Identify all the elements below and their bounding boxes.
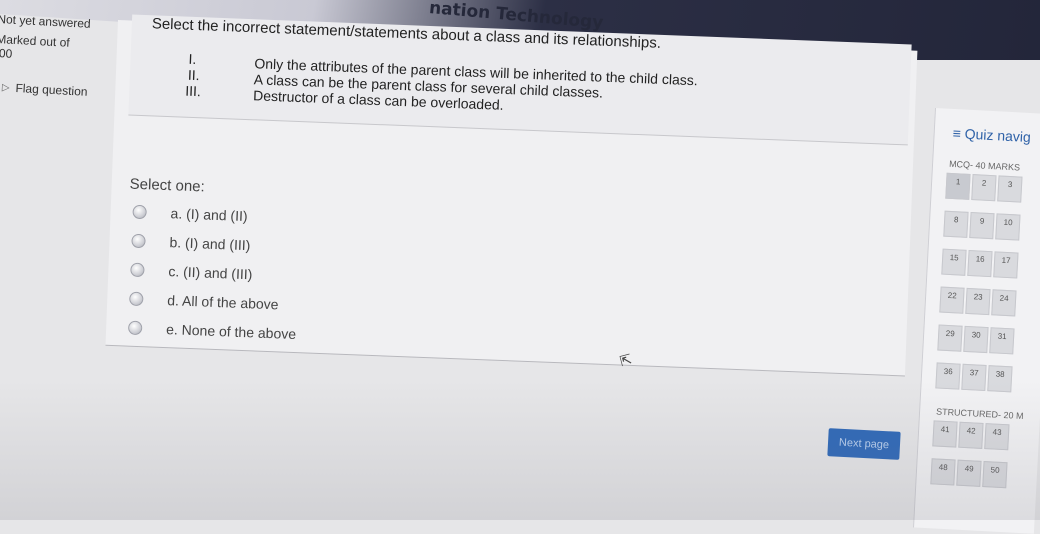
question-nav-button[interactable]: 23 bbox=[965, 287, 991, 316]
question-nav-button[interactable]: 16 bbox=[967, 249, 993, 278]
next-page-button[interactable]: Next page bbox=[827, 428, 901, 460]
answer-option-a[interactable]: a. (I) and (II) bbox=[132, 204, 248, 224]
nav-row: 48 49 50 bbox=[930, 458, 1008, 489]
nav-row: 1 2 3 bbox=[945, 172, 1023, 203]
nav-row: 29 30 31 bbox=[937, 324, 1015, 355]
quiz-navigation-panel: ≡ Quiz navig MCQ- 40 MARKS 1 2 3 8 9 10 … bbox=[913, 108, 1040, 534]
question-nav-button[interactable]: 50 bbox=[982, 461, 1008, 489]
question-nav-button[interactable]: 8 bbox=[943, 210, 969, 238]
nav-row: 36 37 38 bbox=[935, 362, 1013, 393]
statement-number: III. bbox=[185, 82, 202, 100]
radio-button[interactable] bbox=[130, 262, 145, 278]
question-nav-button[interactable]: 22 bbox=[939, 286, 965, 314]
question-nav-button[interactable]: 31 bbox=[989, 327, 1015, 355]
structured-section-label: STRUCTURED- 20 M bbox=[935, 406, 1024, 422]
question-nav-button[interactable]: 36 bbox=[935, 362, 961, 390]
flag-question-link[interactable]: ▷ Flag question bbox=[1, 80, 112, 100]
question-nav-button[interactable]: 15 bbox=[941, 248, 967, 276]
question-nav-button[interactable]: 17 bbox=[993, 251, 1019, 279]
answer-option-e[interactable]: e. None of the above bbox=[127, 320, 297, 343]
option-label: e. None of the above bbox=[165, 321, 297, 343]
menu-icon: ≡ bbox=[952, 124, 962, 142]
question-nav-button[interactable]: 10 bbox=[995, 213, 1021, 241]
question-nav-button[interactable]: 41 bbox=[932, 420, 958, 448]
question-nav-button[interactable]: 48 bbox=[930, 458, 956, 486]
mcq-section-label: MCQ- 40 MARKS bbox=[948, 158, 1021, 173]
radio-button[interactable] bbox=[132, 204, 147, 220]
answer-option-b[interactable]: b. (I) and (III) bbox=[131, 233, 251, 254]
option-label: a. (I) and (II) bbox=[170, 205, 248, 225]
question-nav-button[interactable]: 24 bbox=[991, 289, 1017, 317]
question-nav-button[interactable]: 42 bbox=[958, 421, 984, 449]
answer-option-d[interactable]: d. All of the above bbox=[129, 291, 279, 313]
question-nav-button[interactable]: 43 bbox=[984, 423, 1010, 451]
radio-button[interactable] bbox=[131, 233, 146, 249]
option-label: b. (I) and (III) bbox=[169, 234, 251, 254]
question-nav-button[interactable]: 37 bbox=[961, 363, 987, 392]
question-nav-button[interactable]: 30 bbox=[963, 325, 989, 354]
flag-question-label: Flag question bbox=[15, 81, 88, 99]
question-panel: Select the incorrect statement/statement… bbox=[105, 14, 918, 377]
select-one-label: Select one: bbox=[129, 175, 206, 196]
answer-state: Not yet answered bbox=[0, 11, 92, 31]
statement-number: I. bbox=[188, 50, 197, 68]
radio-button[interactable] bbox=[127, 320, 143, 336]
question-nav-button[interactable]: 3 bbox=[997, 175, 1023, 203]
nav-row: 22 23 24 bbox=[939, 286, 1017, 317]
flag-icon: ▷ bbox=[1, 81, 10, 94]
radio-button[interactable] bbox=[129, 291, 144, 307]
question-nav-button[interactable]: 38 bbox=[987, 365, 1013, 393]
question-nav-button[interactable]: 2 bbox=[971, 174, 997, 202]
question-nav-button[interactable]: 9 bbox=[969, 212, 995, 240]
option-label: d. All of the above bbox=[166, 292, 279, 313]
statement-number: II. bbox=[187, 66, 200, 84]
option-label: c. (II) and (III) bbox=[168, 263, 253, 283]
question-info-block: Not yet answered Marked out of .00 ▷ Fla… bbox=[0, 8, 116, 100]
quiz-navigation-label: Quiz navig bbox=[964, 125, 1032, 146]
question-nav-button[interactable]: 1 bbox=[945, 172, 971, 200]
question-nav-button[interactable]: 49 bbox=[956, 459, 982, 487]
question-nav-button[interactable]: 29 bbox=[937, 324, 963, 352]
nav-row: 41 42 43 bbox=[932, 420, 1010, 451]
quiz-navigation-title: ≡ Quiz navig bbox=[952, 125, 1031, 145]
marked-out-of: Marked out of .00 bbox=[0, 32, 115, 66]
nav-row: 8 9 10 bbox=[943, 210, 1021, 241]
answer-option-c[interactable]: c. (II) and (III) bbox=[130, 262, 253, 283]
nav-row: 15 16 17 bbox=[941, 248, 1019, 279]
